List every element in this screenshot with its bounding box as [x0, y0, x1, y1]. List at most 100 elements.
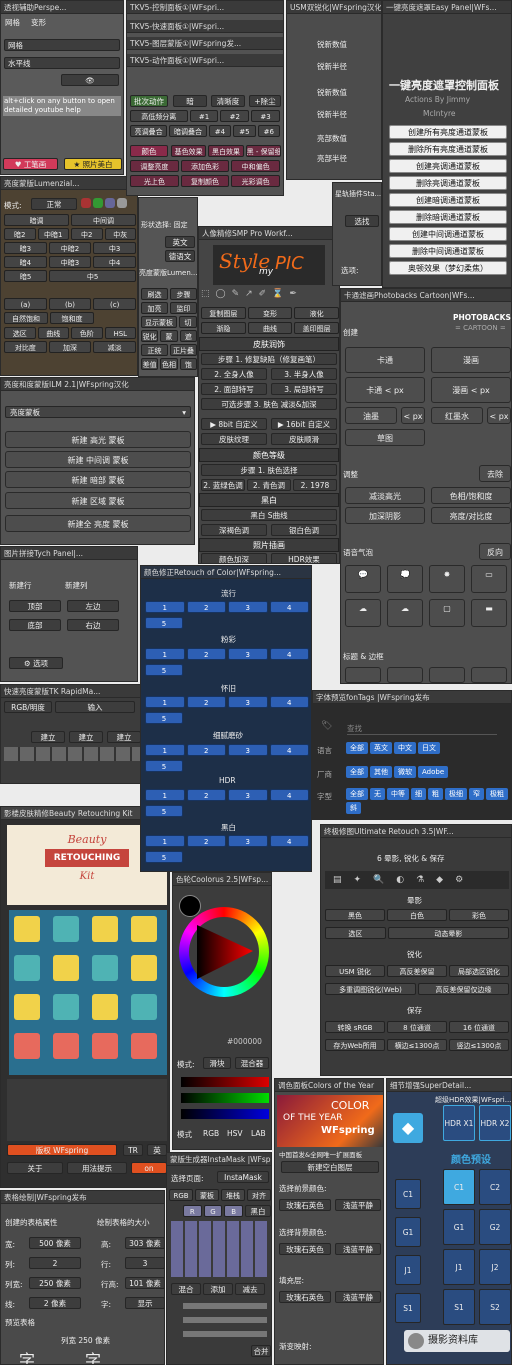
rose-quartz-button[interactable]: 玫瑰石英色 — [279, 1291, 331, 1303]
red-slider[interactable] — [181, 1077, 269, 1087]
tag[interactable]: 粗 — [428, 788, 443, 800]
ult-btn[interactable]: 多重调图锐化(Web) — [325, 983, 416, 995]
bubble-rect-icon[interactable]: ▭ — [471, 565, 507, 593]
cartoon-button[interactable]: 卡通 — [345, 347, 425, 373]
step-halfbody[interactable]: 3. 半身人像 — [271, 368, 337, 380]
num-btn[interactable]: 1 — [145, 835, 185, 847]
tk-btn[interactable]: #3 — [251, 110, 280, 122]
num-btn[interactable]: 1 — [145, 744, 185, 756]
subtract-button[interactable]: 减去 — [235, 1283, 265, 1295]
step-face[interactable]: 2. 面部特写 — [201, 383, 267, 395]
tag[interactable]: 日文 — [418, 742, 440, 754]
tag[interactable]: 中等 — [387, 788, 409, 800]
tk-btn[interactable]: 调整亮度 — [130, 160, 179, 172]
lum-btn[interactable]: 暗4 — [4, 256, 47, 268]
num-btn[interactable]: 5 — [145, 617, 183, 629]
serenity-button[interactable]: 浅蓝平静 — [335, 1243, 381, 1255]
ilm-button[interactable]: 新建 高光 蒙板 — [5, 431, 191, 448]
easy-button[interactable]: 创建亮调通道蒙板 — [389, 159, 507, 173]
options-button[interactable]: ⚙ 选项 — [9, 657, 63, 669]
lum-btn[interactable]: 加深 — [48, 341, 92, 353]
title-frame-icon[interactable] — [345, 667, 381, 683]
color-wheel[interactable] — [179, 907, 269, 997]
num-btn[interactable]: 2 — [186, 601, 226, 613]
tk-btn[interactable]: 复制颜色 — [180, 175, 230, 187]
tag[interactable]: 全部 — [346, 766, 368, 778]
tone-cyan[interactable]: 2. 青色调 — [247, 479, 291, 491]
ilm-button[interactable]: 新建 暗部 蒙板 — [5, 471, 191, 488]
english-button[interactable]: 英文 — [165, 236, 195, 248]
lum2-btn[interactable]: 色相 — [160, 358, 178, 370]
portrait-btn[interactable]: 复制图层 — [201, 307, 246, 319]
foundation-icon[interactable] — [131, 916, 157, 942]
lipstick-icon[interactable] — [14, 955, 40, 981]
serenity-button[interactable]: 浅蓝平静 — [335, 1291, 381, 1303]
lum-btn[interactable]: 饱和度 — [50, 312, 94, 324]
bubble-oval-icon[interactable]: 💬 — [345, 565, 381, 593]
tab-transform[interactable]: 变形 — [31, 17, 46, 28]
preset-j2[interactable]: J2 — [479, 1249, 511, 1285]
lum-btn[interactable]: (c) — [93, 298, 136, 310]
easy-button[interactable]: 删除亮调通道蒙板 — [389, 176, 507, 190]
portrait-btn[interactable]: 曲线 — [247, 322, 293, 334]
sponge-icon[interactable] — [14, 916, 40, 942]
tag[interactable]: 其他 — [370, 766, 392, 778]
tk-btn[interactable]: #2 — [220, 110, 250, 122]
green-slider[interactable] — [181, 1093, 269, 1103]
diamond-icon[interactable]: ◆ — [393, 1113, 423, 1143]
mixer-tab[interactable]: 混合器 — [235, 1057, 269, 1069]
pencil-icon[interactable] — [53, 955, 79, 981]
swatch-4[interactable] — [117, 198, 127, 208]
ult-btn[interactable]: 局部选区锐化 — [449, 965, 509, 977]
burn-button[interactable]: 加深阴影 — [345, 507, 425, 524]
lum2-btn[interactable]: 监印 — [170, 302, 197, 314]
tab-grid[interactable]: 网格 — [5, 17, 20, 28]
easy-button[interactable]: 删除中间调通道蒙板 — [389, 244, 507, 258]
lum-btn[interactable]: 暗2 — [4, 228, 36, 240]
rose-quartz-button[interactable]: 玫瑰石英色 — [279, 1199, 331, 1211]
num-btn[interactable]: 3 — [228, 648, 268, 660]
num-btn[interactable]: 4 — [269, 744, 309, 756]
german-button[interactable]: 德语文 — [165, 250, 195, 262]
rowheight-field[interactable]: 101 像素 — [125, 1277, 164, 1289]
top-button[interactable]: 顶部 — [9, 600, 61, 612]
tag[interactable]: 无 — [370, 788, 385, 800]
lum-btn[interactable]: 中间调 — [71, 214, 136, 226]
bottom-button[interactable]: 底部 — [9, 619, 61, 631]
serenity-button[interactable]: 浅蓝平静 — [335, 1199, 381, 1211]
easy-button[interactable]: 创建暗调通道蒙板 — [389, 193, 507, 207]
dust-button[interactable]: +除尘 — [249, 95, 281, 107]
ult-btn[interactable]: 16 位通道 — [449, 1021, 509, 1033]
bubble-cloud-icon[interactable]: ☁ — [345, 599, 381, 627]
hex-value[interactable]: #000000 — [227, 1037, 262, 1046]
bubble-round-icon[interactable]: ▢ — [429, 599, 465, 627]
portrait-btn[interactable]: 盖印图层 — [294, 322, 339, 334]
ult-btn[interactable]: 动态晕影 — [387, 927, 509, 939]
lum2-btn[interactable]: 切 — [179, 316, 197, 328]
tk-btn[interactable]: 黑 - 保留细节 — [245, 145, 281, 157]
ilm-button[interactable]: 新建 中间调 蒙板 — [5, 451, 191, 468]
tk-btn[interactable]: #6 — [257, 125, 280, 137]
easy-button[interactable]: 创建中间调通道蒙板 — [389, 227, 507, 241]
num-btn[interactable]: 3 — [228, 744, 268, 756]
step-1[interactable]: 步骤 1. 修复缺陷（修复画笔） — [201, 353, 337, 365]
tag[interactable]: 中文 — [394, 742, 416, 754]
lum-btn[interactable]: 暗5 — [4, 270, 48, 282]
g-button[interactable]: G — [203, 1205, 223, 1217]
ult-btn[interactable]: 存为Web所用 — [325, 1039, 385, 1051]
bottle-icon[interactable] — [131, 1033, 157, 1059]
whiten-button[interactable]: ★ 照片美白 — [64, 158, 122, 170]
redink-button[interactable]: 红墨水 — [431, 407, 483, 424]
rgb-tab[interactable]: RGB/明度 — [4, 701, 52, 713]
black-swatch[interactable] — [179, 895, 201, 917]
lum-btn[interactable]: (a) — [4, 298, 47, 310]
tag[interactable]: 窄 — [469, 788, 484, 800]
tag[interactable]: 极细 — [445, 788, 467, 800]
tk-btn[interactable]: 添加色彩 — [180, 160, 230, 172]
palette-icon[interactable] — [53, 916, 79, 942]
usage-button[interactable]: 用法提示 — [67, 1162, 127, 1174]
bubble-burst-icon[interactable]: ✸ — [429, 565, 465, 593]
num-btn[interactable]: 3 — [228, 696, 268, 708]
slider-tab[interactable]: 滑块 — [203, 1057, 231, 1069]
s-slider[interactable] — [183, 1303, 267, 1309]
